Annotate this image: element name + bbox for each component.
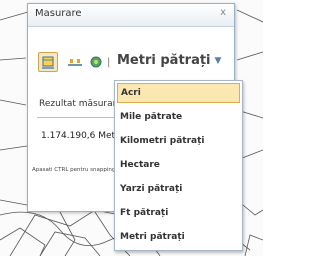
dialog-title: Masurare: [35, 8, 82, 19]
unit-option-yarzi-patrati[interactable]: Yarzi pătrați: [117, 179, 240, 199]
distance-measure-icon: [68, 59, 82, 66]
point-location-button[interactable]: [86, 52, 106, 72]
dialog-titlebar[interactable]: Masurare x: [28, 4, 234, 27]
map-viewport[interactable]: Masurare x | Metri pătrați ▼ Rezultat mă…: [0, 0, 263, 256]
distance-measure-button[interactable]: [65, 52, 85, 72]
unit-option-metri-patrati[interactable]: Metri pătrați: [117, 227, 240, 247]
unit-dropdown-list: Acri Mile pătrate Kilometri pătrați Hect…: [114, 80, 243, 251]
toolbar-separator: |: [107, 57, 111, 68]
point-location-icon: [90, 56, 102, 68]
unit-select-value: Metri pătrați: [117, 53, 211, 68]
unit-select[interactable]: Metri pătrați ▼: [117, 53, 221, 68]
unit-option-hectare[interactable]: Hectare: [117, 155, 240, 175]
unit-option-acri[interactable]: Acri: [117, 83, 240, 103]
unit-option-ft-patrati[interactable]: Ft pătrați: [117, 203, 240, 223]
unit-option-mile-patrate[interactable]: Mile pătrate: [117, 107, 240, 127]
snapping-hint: Apasati CTRL pentru snapping: [32, 167, 116, 173]
unit-option-kilometri-patrati[interactable]: Kilometri pătrați: [117, 131, 240, 151]
result-label: Rezultat măsurare: [39, 99, 122, 109]
chevron-down-icon: ▼: [214, 56, 222, 66]
area-measure-icon: [42, 56, 54, 69]
area-measure-button[interactable]: [38, 52, 58, 72]
close-icon[interactable]: x: [220, 7, 226, 18]
measure-toolbar: | Metri pătrați ▼: [28, 52, 234, 74]
